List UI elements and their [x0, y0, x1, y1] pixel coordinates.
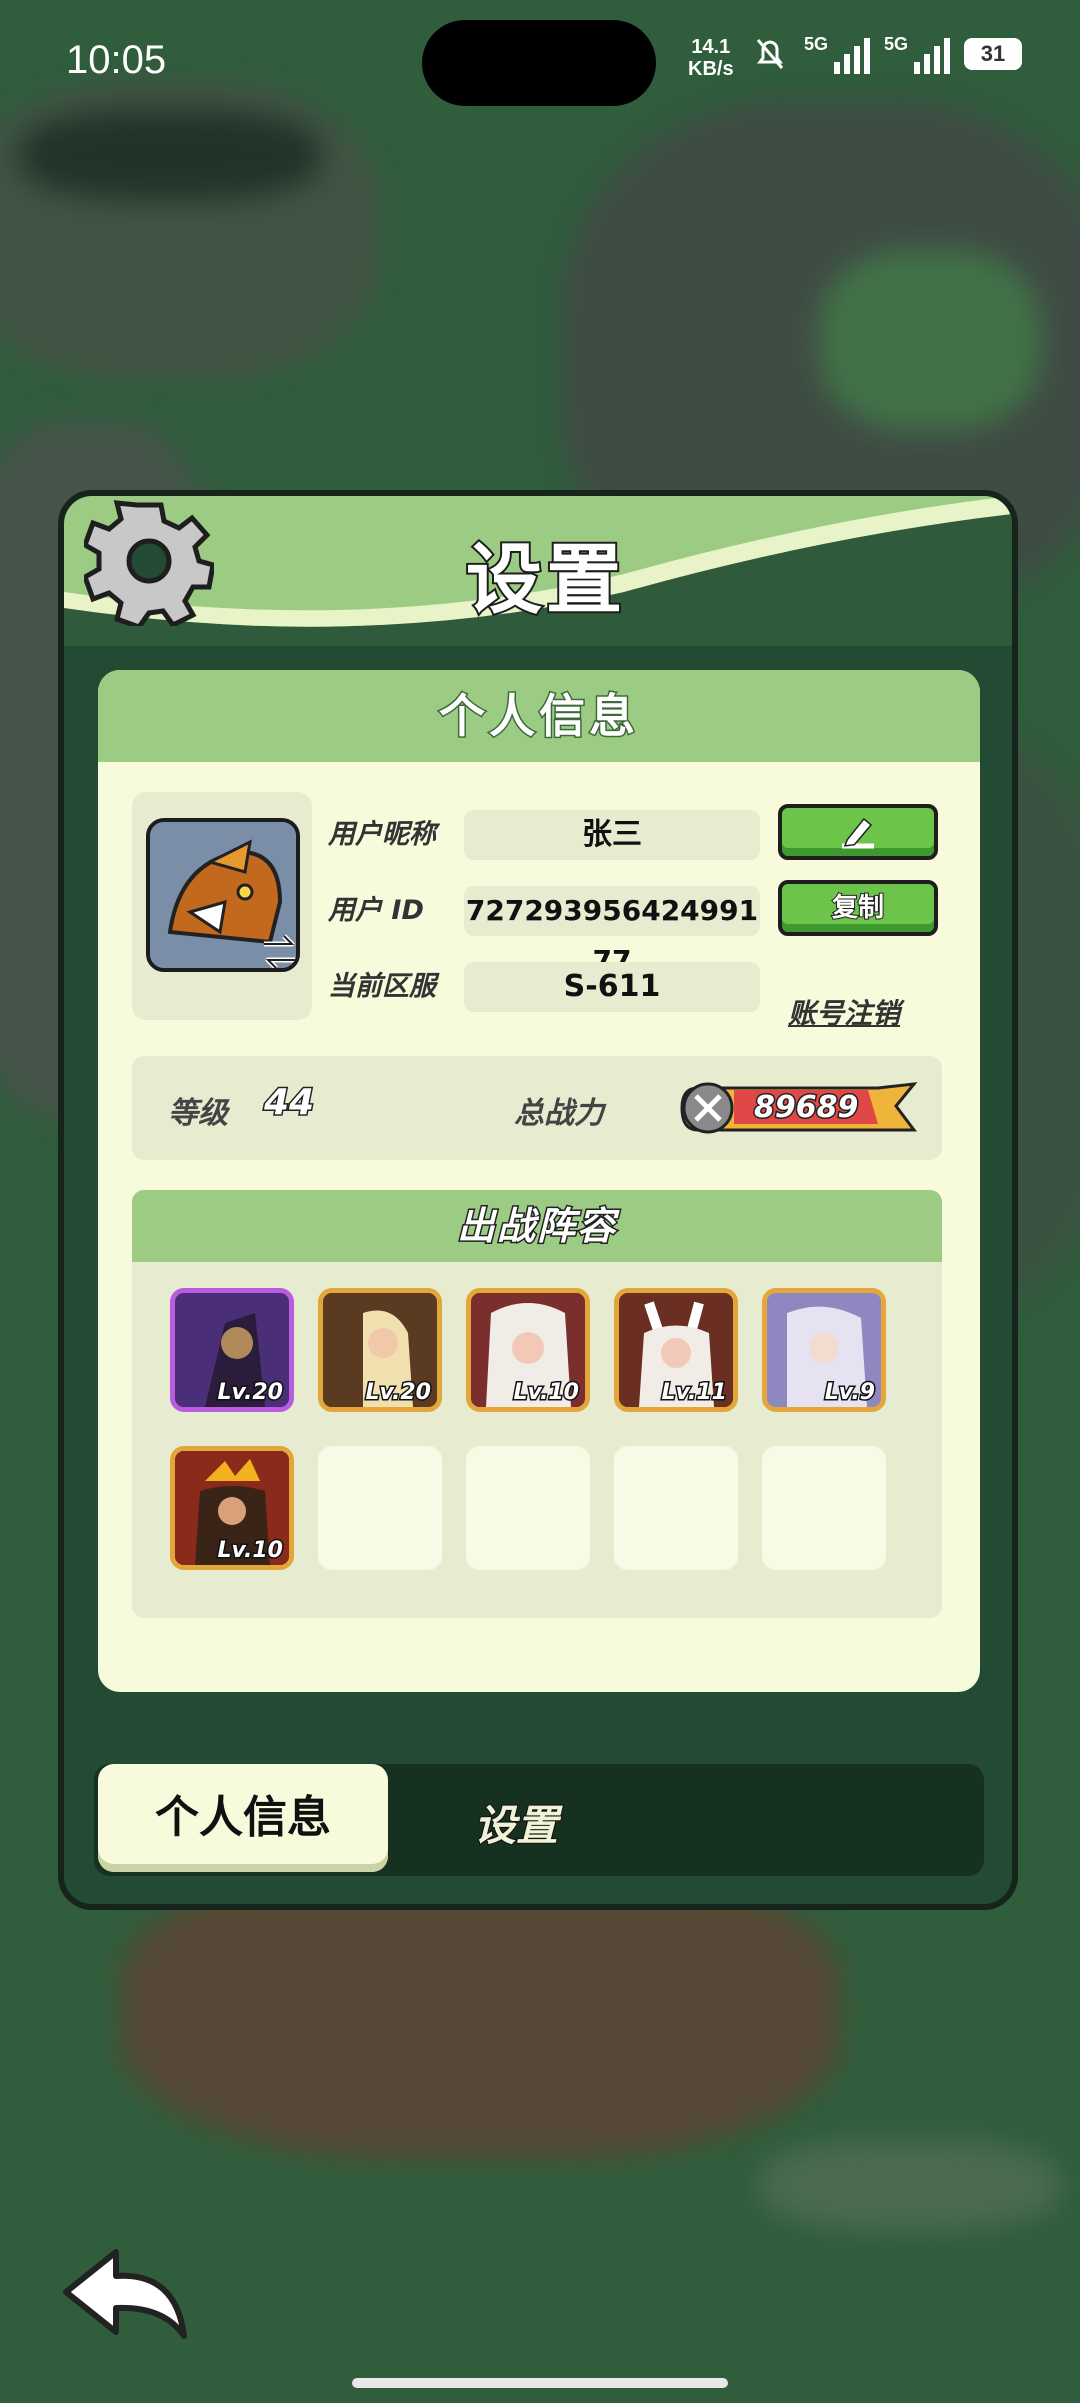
avatar-card	[132, 792, 312, 1020]
user-id-field: 727293956424991 77	[464, 886, 760, 977]
signal-type-2: 5G	[884, 34, 909, 54]
settings-dialog: 设置 个人信息 用户昵称 张三 用户 ID 727293956424991 77…	[58, 490, 1018, 1910]
net-speed-value: 14.1	[691, 36, 731, 58]
avatar[interactable]	[146, 818, 300, 972]
hero-level: Lv.20	[364, 1379, 433, 1407]
level-value: 44	[262, 1081, 315, 1125]
status-bar: 10:05 14.1 KB/s 5G 5G 31	[0, 0, 1080, 120]
empty-hero-slot[interactable]	[318, 1446, 442, 1570]
power-label: 总战力	[514, 1096, 604, 1131]
copy-button[interactable]: 复制	[778, 880, 938, 936]
panel-title: 个人信息	[98, 670, 980, 762]
back-arrow-icon[interactable]	[56, 2240, 196, 2350]
edit-nickname-button[interactable]	[778, 804, 938, 860]
hero-level: Lv.11	[660, 1379, 729, 1407]
server-field: S-611	[464, 962, 760, 1012]
battery-icon: 31	[964, 38, 1023, 70]
lineup-title: 出战阵容	[132, 1190, 942, 1262]
user-id-label: 用户 ID	[328, 895, 424, 926]
network-speed: 14.1 KB/s	[688, 36, 734, 80]
signal-bars-2-icon	[914, 34, 951, 74]
swap-arrows-icon[interactable]	[258, 930, 300, 972]
home-indicator[interactable]	[352, 2378, 728, 2388]
hero-level: Lv.9	[823, 1379, 876, 1407]
nickname-field: 张三	[464, 810, 760, 860]
signal-type-1: 5G	[804, 34, 829, 54]
personal-info-panel: 个人信息 用户昵称 张三 用户 ID 727293956424991 77 复制…	[98, 670, 980, 1692]
power-value: 89689	[752, 1089, 859, 1127]
gear-icon	[84, 500, 214, 626]
battle-lineup: 出战阵容 Lv.20 Lv.20 Lv.10 Lv.11 Lv.9 Lv.10	[132, 1190, 942, 1618]
empty-hero-slot[interactable]	[762, 1446, 886, 1570]
clock: 10:05	[66, 38, 167, 82]
hero-slot-4[interactable]: Lv.11	[614, 1288, 738, 1412]
hero-slot-2[interactable]: Lv.20	[318, 1288, 442, 1412]
hero-level: Lv.20	[216, 1379, 285, 1407]
server-label: 当前区服	[328, 971, 436, 1002]
signal-bars-1-icon	[834, 34, 871, 74]
edit-pencil-icon	[842, 817, 874, 849]
hero-level: Lv.10	[512, 1379, 581, 1407]
hero-slot-5[interactable]: Lv.9	[762, 1288, 886, 1412]
level-label: 等级	[168, 1096, 228, 1131]
net-speed-unit: KB/s	[688, 58, 734, 80]
nickname-label: 用户昵称	[328, 819, 436, 850]
hero-slot-3[interactable]: Lv.10	[466, 1288, 590, 1412]
bottom-tab-bar: 个人信息 设置	[94, 1764, 984, 1876]
hero-level: Lv.10	[216, 1537, 285, 1565]
empty-hero-slot[interactable]	[466, 1446, 590, 1570]
account-cancel-link[interactable]: 账号注销	[788, 992, 900, 1032]
mute-bell-icon	[756, 39, 784, 69]
power-badge: 89689	[678, 1080, 918, 1134]
tab-settings[interactable]: 设置	[473, 1792, 559, 1853]
hero-slot-6[interactable]: Lv.10	[170, 1446, 294, 1570]
hero-slot-1[interactable]: Lv.20	[170, 1288, 294, 1412]
empty-hero-slot[interactable]	[614, 1446, 738, 1570]
stats-row: 等级 44 总战力 89689	[132, 1056, 942, 1160]
dialog-title: 设置	[464, 533, 626, 626]
tab-personal-info[interactable]: 个人信息	[98, 1764, 388, 1872]
camera-notch	[422, 20, 656, 106]
